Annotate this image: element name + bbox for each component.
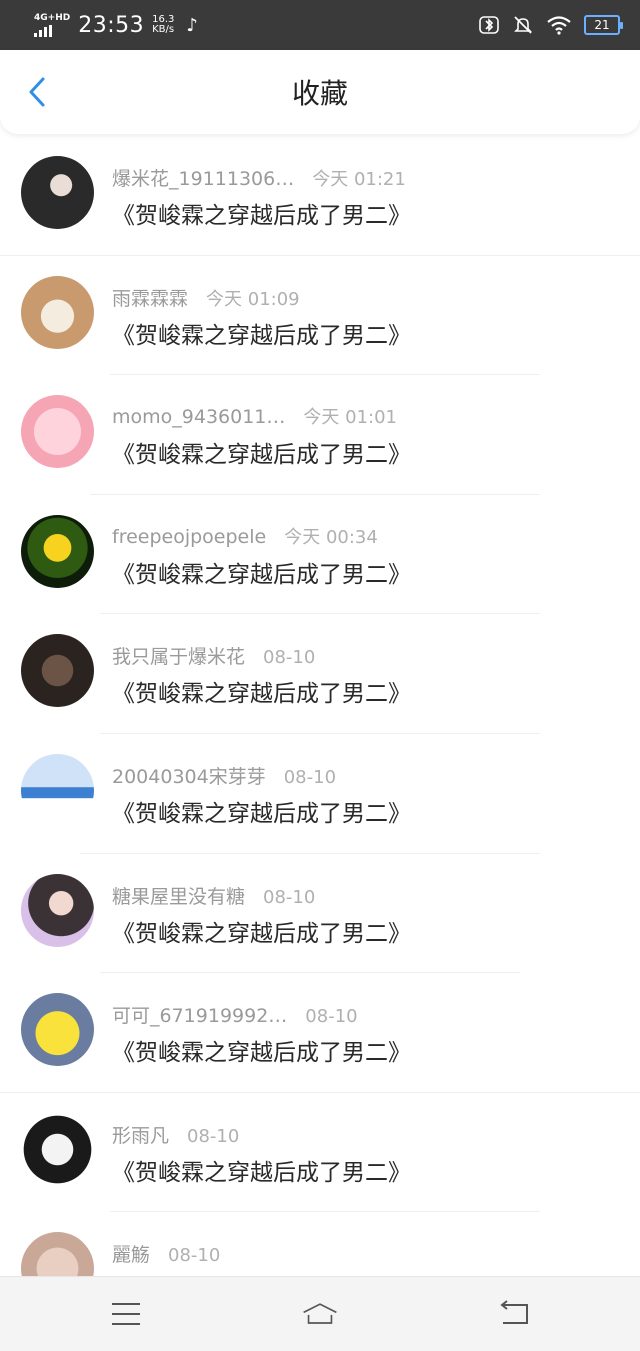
avatar[interactable] [21, 514, 94, 588]
avatar[interactable] [21, 1112, 94, 1186]
timestamp: 今天 01:01 [303, 407, 397, 429]
list-item[interactable]: freepeojpoepele 今天 00:34 《贺峻霖之穿越后成了男二》 [0, 495, 640, 615]
tiktok-icon: ♪ [186, 14, 198, 36]
timestamp: 今天 00:34 [284, 526, 378, 548]
home-icon [303, 1303, 337, 1324]
author-name[interactable]: 雨霖霖霖 [112, 284, 188, 311]
item-meta: 形雨凡 08-10 [112, 1121, 239, 1148]
author-name[interactable]: 形雨凡 [112, 1121, 169, 1148]
list-item[interactable]: 可可_671919992… 08-10 《贺峻霖之穿越后成了男二》 [0, 973, 640, 1093]
signal-icon [34, 25, 52, 37]
story-title[interactable]: 《贺峻霖之穿越后成了男二》 [112, 1033, 411, 1067]
avatar[interactable] [21, 753, 94, 827]
bluetooth-icon [479, 16, 499, 34]
back-nav-button[interactable] [496, 1296, 532, 1332]
chevron-left-icon [29, 77, 45, 107]
avatar[interactable] [21, 395, 94, 469]
clock: 23:53 [78, 12, 145, 38]
network-type: 4G+HD [34, 13, 71, 23]
list-item[interactable]: 爆米花_19111306… 今天 01:21 《贺峻霖之穿越后成了男二》 [0, 136, 640, 256]
item-meta: 20040304宋芽芽 08-10 [112, 762, 336, 789]
battery-level: 21 [594, 18, 610, 32]
list-item[interactable]: 雨霖霖霖 今天 01:09 《贺峻霖之穿越后成了男二》 [0, 256, 640, 376]
author-name[interactable]: momo_9436011… [112, 406, 285, 428]
page-title: 收藏 [291, 77, 348, 110]
item-meta: 爆米花_19111306… 今天 01:21 [112, 164, 406, 191]
author-name[interactable]: 可可_671919992… [112, 1001, 287, 1028]
item-meta: 可可_671919992… 08-10 [112, 1001, 358, 1028]
story-title[interactable]: 《贺峻霖之穿越后成了男二》 [112, 196, 411, 230]
network-speed: 16.3 KB/s [152, 15, 174, 35]
timestamp: 08-10 [283, 766, 337, 788]
timestamp: 今天 01:21 [312, 169, 406, 190]
list-item[interactable]: 糖果屋里没有糖 08-10 《贺峻霖之穿越后成了男二》 [0, 854, 640, 974]
battery-icon: 21 [584, 15, 623, 35]
back-icon [500, 1300, 528, 1324]
item-meta: 糖果屋里没有糖 08-10 [112, 882, 315, 909]
avatar[interactable] [21, 993, 94, 1067]
author-name[interactable]: freepeojpoepele [112, 526, 266, 548]
list-item[interactable]: momo_9436011… 今天 01:01 《贺峻霖之穿越后成了男二》 [0, 375, 640, 495]
author-name[interactable]: 爆米花_19111306… [112, 164, 294, 191]
story-title[interactable]: 《贺峻霖之穿越后成了男二》 [112, 435, 411, 469]
item-meta: 麗觞 08-10 [112, 1240, 220, 1267]
bottom-nav [0, 1276, 640, 1351]
avatar[interactable] [21, 275, 94, 349]
author-name[interactable]: 我只属于爆米花 [112, 642, 245, 669]
author-name[interactable]: 20040304宋芽芽 [112, 762, 266, 789]
status-icons: 21 [478, 14, 623, 36]
story-title[interactable]: 《贺峻霖之穿越后成了男二》 [112, 794, 411, 828]
timestamp: 08-10 [305, 1006, 358, 1028]
item-meta: momo_9436011… 今天 01:01 [112, 403, 397, 429]
avatar[interactable] [21, 873, 94, 947]
speed-unit: KB/s [152, 24, 175, 35]
timestamp: 08-10 [263, 886, 316, 908]
favorites-list: 爆米花_19111306… 今天 01:21 《贺峻霖之穿越后成了男二》 雨霖霖霖 今天… [0, 136, 640, 1276]
story-title[interactable]: 《贺峻霖之穿越后成了男二》 [112, 914, 411, 948]
story-title[interactable]: 《贺峻霖之穿越后成了男二》 [112, 316, 411, 350]
timestamp: 08-10 [263, 647, 316, 669]
author-name[interactable]: 麗觞 [112, 1240, 150, 1267]
list-item[interactable]: 我只属于爆米花 08-10 《贺峻霖之穿越后成了男二》 [0, 614, 640, 734]
item-meta: freepeojpoepele 今天 00:34 [112, 523, 378, 549]
list-item[interactable]: 麗觞08-10《贺峻霖之穿越后成了男二》 [0, 1212, 640, 1276]
timestamp: 08-10 [187, 1125, 240, 1147]
author-name[interactable]: 糖果屋里没有糖 [112, 882, 245, 909]
avatar[interactable] [21, 156, 94, 229]
list-item[interactable]: 20040304宋芽芽 08-10 《贺峻霖之穿越后成了男二》 [0, 734, 640, 854]
item-meta: 雨霖霖霖 今天 01:09 [112, 284, 300, 311]
back-button[interactable] [22, 74, 52, 110]
story-title[interactable]: 《贺峻霖之穿越后成了男二》 [112, 555, 411, 589]
header: 收藏 [0, 50, 640, 134]
menu-button[interactable] [108, 1296, 144, 1332]
home-button[interactable] [302, 1296, 338, 1332]
wifi-icon [547, 16, 571, 35]
mute-icon [514, 16, 532, 34]
avatar[interactable] [21, 634, 94, 708]
avatar[interactable] [21, 1232, 94, 1276]
story-title[interactable]: 《贺峻霖之穿越后成了男二》 [112, 674, 411, 708]
list-item[interactable]: 形雨凡 08-10 《贺峻霖之穿越后成了男二》 [0, 1093, 640, 1213]
network-indicator: 4G+HD [34, 13, 70, 37]
item-meta: 我只属于爆米花 08-10 [112, 642, 315, 669]
status-bar: 4G+HD 23:53 16.3 KB/s ♪ 21 [0, 0, 640, 50]
timestamp: 今天 01:09 [206, 288, 300, 310]
timestamp: 08-10 [168, 1245, 221, 1267]
menu-icon [112, 1303, 140, 1325]
story-title[interactable]: 《贺峻霖之穿越后成了男二》 [112, 1153, 411, 1187]
